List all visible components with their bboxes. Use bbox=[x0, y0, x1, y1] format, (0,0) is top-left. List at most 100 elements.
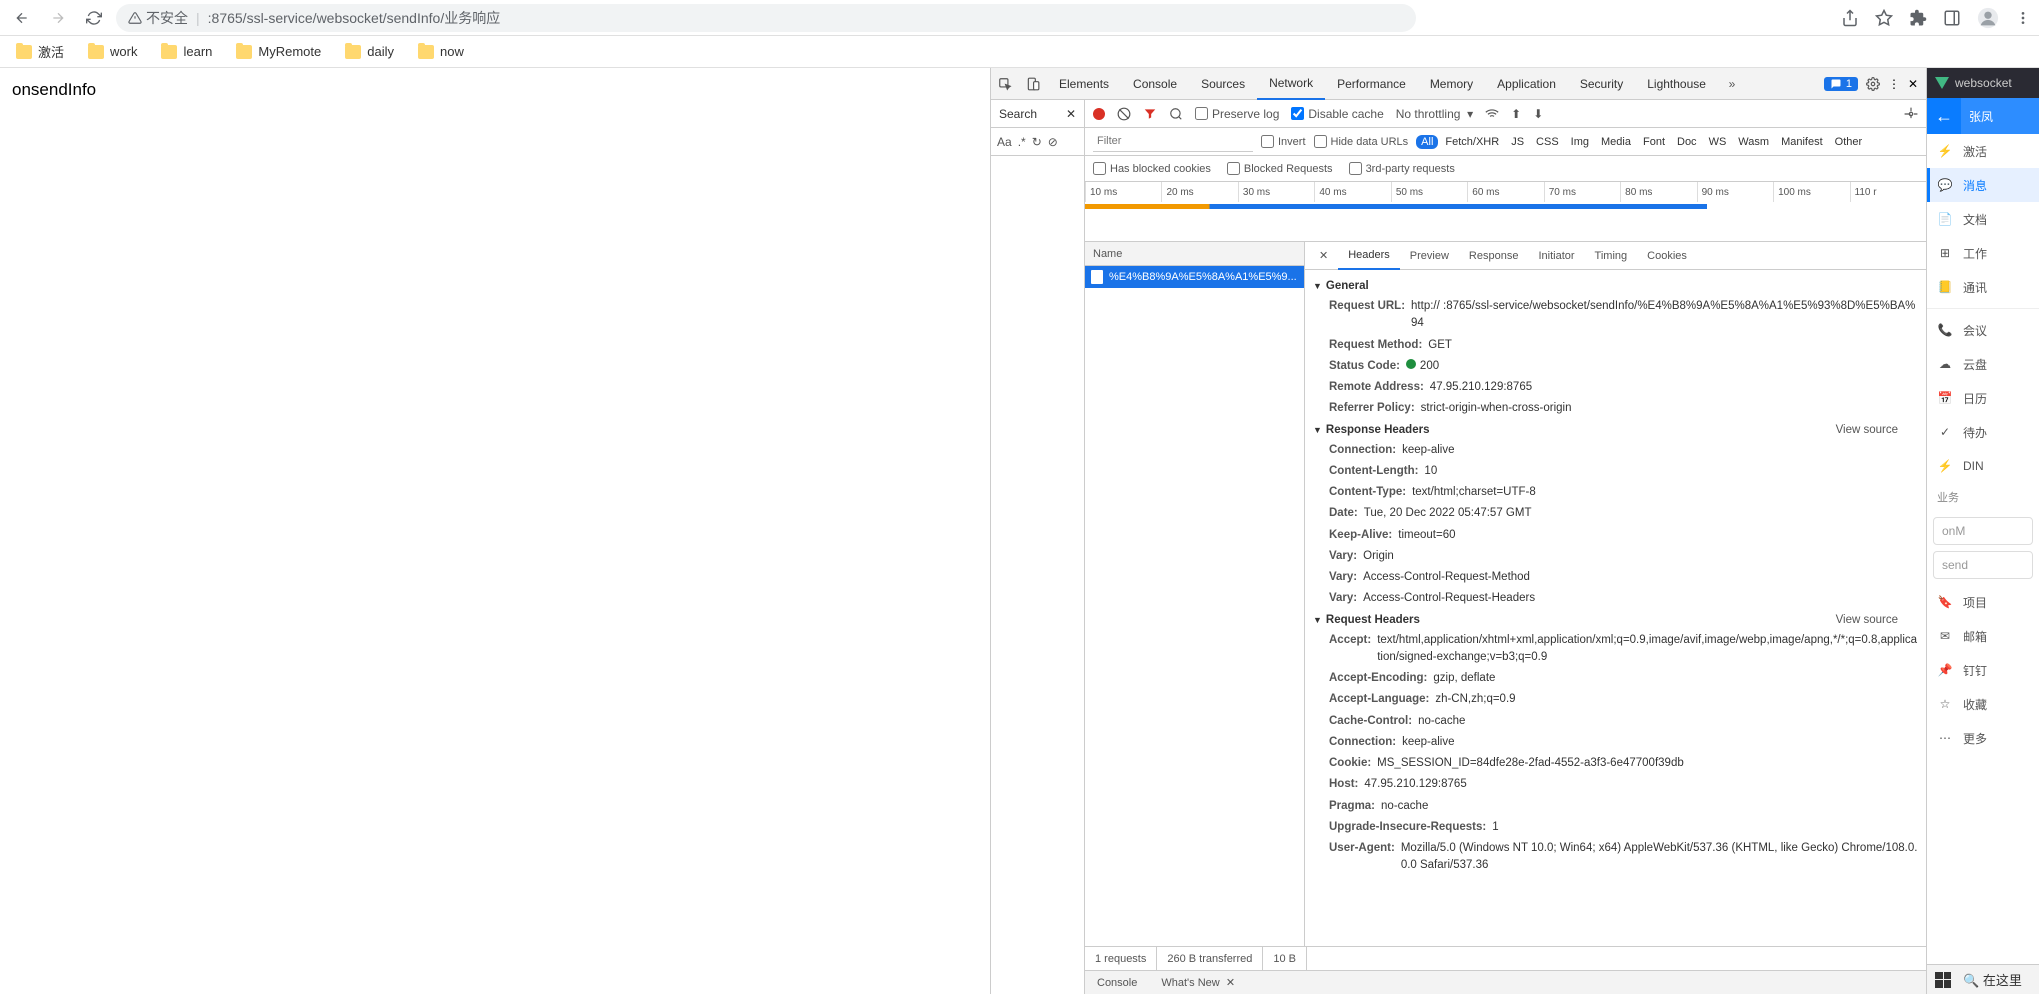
regex-toggle[interactable]: .* bbox=[1018, 135, 1026, 149]
download-icon[interactable]: ⬇ bbox=[1533, 107, 1543, 121]
devtools-tab-application[interactable]: Application bbox=[1485, 68, 1568, 100]
filter-type-manifest[interactable]: Manifest bbox=[1776, 135, 1828, 149]
devtools-tab-lighthouse[interactable]: Lighthouse bbox=[1635, 68, 1718, 100]
filter-type-other[interactable]: Other bbox=[1830, 135, 1868, 149]
side-item[interactable]: 📒通讯 bbox=[1927, 270, 2039, 304]
list-header-name[interactable]: Name bbox=[1085, 242, 1304, 266]
detail-tab-response[interactable]: Response bbox=[1459, 242, 1529, 270]
panel-icon[interactable] bbox=[1943, 9, 1961, 27]
drawer-whatsnew-tab[interactable]: What's New ✕ bbox=[1149, 971, 1247, 994]
bookmark-item[interactable]: MyRemote bbox=[236, 44, 321, 59]
side-item[interactable]: 📅日历 bbox=[1927, 381, 2039, 415]
bookmark-item[interactable]: daily bbox=[345, 44, 394, 59]
filter-input[interactable] bbox=[1093, 132, 1253, 152]
side-user-bar[interactable]: ← 张凤 bbox=[1927, 98, 2039, 134]
disable-cache-checkbox[interactable]: Disable cache bbox=[1291, 107, 1383, 121]
devtools-close-icon[interactable]: ✕ bbox=[1908, 77, 1918, 91]
bookmark-item[interactable]: learn bbox=[161, 44, 212, 59]
profile-icon[interactable] bbox=[1977, 7, 1999, 29]
invert-checkbox[interactable]: Invert bbox=[1261, 135, 1306, 148]
request-row[interactable]: %E4%B8%9A%E5%8A%A1%E5%9... bbox=[1085, 266, 1304, 288]
throttling-select[interactable]: No throttling ▾ bbox=[1396, 107, 1473, 121]
hide-data-urls-checkbox[interactable]: Hide data URLs bbox=[1314, 135, 1409, 148]
side-item[interactable]: ☁云盘 bbox=[1927, 347, 2039, 381]
forward-button[interactable] bbox=[44, 4, 72, 32]
section-header[interactable]: ▼General bbox=[1305, 276, 1926, 296]
preserve-log-checkbox[interactable]: Preserve log bbox=[1195, 107, 1279, 121]
record-button[interactable] bbox=[1093, 108, 1105, 120]
filter-type-img[interactable]: Img bbox=[1566, 135, 1594, 149]
filter-icon[interactable] bbox=[1143, 107, 1157, 121]
detail-tab-cookies[interactable]: Cookies bbox=[1637, 242, 1697, 270]
windows-icon[interactable] bbox=[1935, 972, 1951, 988]
detail-tab-timing[interactable]: Timing bbox=[1585, 242, 1638, 270]
upload-icon[interactable]: ⬆ bbox=[1511, 107, 1521, 121]
reload-button[interactable] bbox=[80, 4, 108, 32]
side-item[interactable]: 📌钉钉 bbox=[1927, 653, 2039, 687]
taskbar-search[interactable]: 🔍 在这里 bbox=[1963, 970, 2022, 989]
filter-type-css[interactable]: CSS bbox=[1531, 135, 1564, 149]
devtools-tab-memory[interactable]: Memory bbox=[1418, 68, 1485, 100]
detail-tab-initiator[interactable]: Initiator bbox=[1528, 242, 1584, 270]
search-clear-icon[interactable]: ⊘ bbox=[1048, 135, 1058, 149]
side-item[interactable]: ✓待办 bbox=[1927, 415, 2039, 449]
filter-type-js[interactable]: JS bbox=[1506, 135, 1529, 149]
bookmark-item[interactable]: work bbox=[88, 44, 137, 59]
section-header[interactable]: ▼Response HeadersView source bbox=[1305, 420, 1926, 440]
search-icon[interactable] bbox=[1169, 107, 1183, 121]
side-item[interactable]: 📞会议 bbox=[1927, 313, 2039, 347]
side-item[interactable]: ☆收藏 bbox=[1927, 687, 2039, 721]
extensions-icon[interactable] bbox=[1909, 9, 1927, 27]
view-source-link[interactable]: View source bbox=[1836, 614, 1918, 626]
filter-type-all[interactable]: All bbox=[1416, 135, 1438, 149]
url-bar[interactable]: 不安全 | :8765/ssl-service/websocket/sendIn… bbox=[116, 4, 1416, 32]
devtools-tab-network[interactable]: Network bbox=[1257, 68, 1325, 100]
devtools-menu-icon[interactable]: ⋮ bbox=[1888, 77, 1900, 91]
detail-close-icon[interactable]: ✕ bbox=[1309, 242, 1338, 270]
search-close-icon[interactable]: ✕ bbox=[1066, 107, 1076, 121]
devtools-tab-elements[interactable]: Elements bbox=[1047, 68, 1121, 100]
inspect-icon[interactable] bbox=[991, 70, 1019, 98]
filter-type-wasm[interactable]: Wasm bbox=[1733, 135, 1774, 149]
filter-type-fetch-xhr[interactable]: Fetch/XHR bbox=[1440, 135, 1504, 149]
filter-type-doc[interactable]: Doc bbox=[1672, 135, 1702, 149]
settings-icon[interactable] bbox=[1866, 77, 1880, 91]
filter-type-font[interactable]: Font bbox=[1638, 135, 1670, 149]
filter-type-ws[interactable]: WS bbox=[1704, 135, 1732, 149]
devtools-tab-console[interactable]: Console bbox=[1121, 68, 1189, 100]
net-settings-icon[interactable] bbox=[1904, 107, 1918, 121]
devtools-tab-sources[interactable]: Sources bbox=[1189, 68, 1257, 100]
devtools-tab-security[interactable]: Security bbox=[1568, 68, 1635, 100]
star-icon[interactable] bbox=[1875, 9, 1893, 27]
share-icon[interactable] bbox=[1841, 9, 1859, 27]
side-back-icon[interactable]: ← bbox=[1927, 106, 1961, 127]
side-item[interactable]: ⊞工作 bbox=[1927, 236, 2039, 270]
issues-badge[interactable]: 1 bbox=[1824, 77, 1858, 91]
network-timeline[interactable]: 10 ms20 ms30 ms40 ms50 ms60 ms70 ms80 ms… bbox=[1085, 182, 1926, 242]
side-item[interactable]: 📄文档 bbox=[1927, 202, 2039, 236]
blocked-requests-checkbox[interactable]: Blocked Requests bbox=[1227, 162, 1333, 175]
side-input[interactable]: send bbox=[1933, 551, 2033, 579]
side-item[interactable]: ⚡DIN bbox=[1927, 449, 2039, 483]
third-party-checkbox[interactable]: 3rd-party requests bbox=[1349, 162, 1455, 175]
filter-type-media[interactable]: Media bbox=[1596, 135, 1636, 149]
detail-tab-preview[interactable]: Preview bbox=[1400, 242, 1459, 270]
drawer-console-tab[interactable]: Console bbox=[1085, 971, 1149, 994]
match-case-toggle[interactable]: Aa bbox=[997, 135, 1012, 149]
wifi-icon[interactable] bbox=[1485, 107, 1499, 121]
detail-tab-headers[interactable]: Headers bbox=[1338, 242, 1400, 270]
side-input[interactable]: onM bbox=[1933, 517, 2033, 545]
devtools-tab-performance[interactable]: Performance bbox=[1325, 68, 1418, 100]
side-item[interactable]: 🔖项目 bbox=[1927, 585, 2039, 619]
side-item[interactable]: ⚡激活 bbox=[1927, 134, 2039, 168]
clear-icon[interactable] bbox=[1117, 107, 1131, 121]
search-refresh-icon[interactable]: ↻ bbox=[1032, 135, 1042, 149]
back-button[interactable] bbox=[8, 4, 36, 32]
section-header[interactable]: ▼Request HeadersView source bbox=[1305, 610, 1926, 630]
more-tabs-icon[interactable]: » bbox=[1718, 70, 1746, 98]
bookmark-item[interactable]: 激活 bbox=[16, 42, 64, 61]
side-item[interactable]: ✉邮箱 bbox=[1927, 619, 2039, 653]
menu-icon[interactable] bbox=[2015, 10, 2031, 26]
bookmark-item[interactable]: now bbox=[418, 44, 464, 59]
side-item[interactable]: ⋯更多 bbox=[1927, 721, 2039, 755]
